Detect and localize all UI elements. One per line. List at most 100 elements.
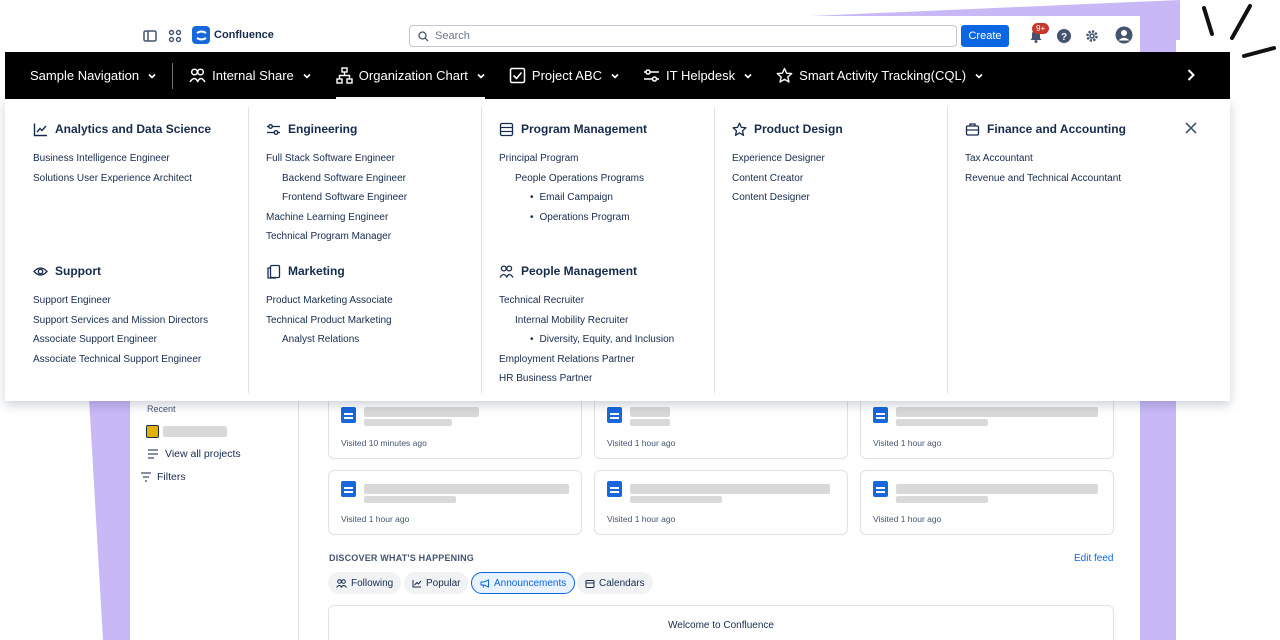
nav-sample-navigation[interactable]: Sample Navigation: [30, 52, 156, 99]
nav-project-abc[interactable]: Project ABC: [509, 52, 619, 99]
nav-label: Sample Navigation: [30, 68, 140, 83]
menu-link[interactable]: Technical Product Marketing: [266, 311, 393, 331]
menu-link[interactable]: Diversity, Equity, and Inclusion: [499, 330, 675, 350]
top-bar: Confluence Search Create 9+ ?: [130, 16, 1140, 56]
confluence-logo[interactable]: [192, 26, 210, 44]
edit-feed-link[interactable]: Edit feed: [1074, 553, 1113, 564]
people-icon: [189, 68, 206, 83]
chevron-down-icon: [975, 73, 983, 79]
eye-icon: [33, 266, 48, 276]
tab-announcements[interactable]: Announcements: [471, 572, 576, 594]
menu-link[interactable]: Backend Software Engineer: [266, 169, 407, 189]
menu-link-text: Operations Program: [539, 211, 630, 223]
tab-announcements-label: Announcements: [494, 577, 567, 589]
tab-following[interactable]: Following: [328, 572, 402, 594]
search-input[interactable]: Search: [409, 25, 957, 47]
tab-calendars-label: Calendars: [599, 577, 645, 589]
recent-page-card[interactable]: Visited 1 hour ago: [860, 392, 1114, 459]
menu-link[interactable]: Full Stack Software Engineer: [266, 149, 407, 169]
nav-internal-share[interactable]: Internal Share: [189, 52, 311, 99]
recent-page-card[interactable]: Visited 1 hour ago: [328, 470, 582, 535]
column-divider: [714, 107, 715, 393]
section-heading[interactable]: Engineering: [266, 121, 407, 137]
menu-link[interactable]: Operations Program: [499, 208, 647, 228]
create-button[interactable]: Create: [961, 25, 1009, 47]
nav-label: Organization Chart: [358, 68, 468, 83]
menu-link[interactable]: People Operations Programs: [499, 169, 647, 189]
sidebar-toggle-icon[interactable]: [142, 28, 158, 44]
tab-popular-label: Popular: [426, 577, 461, 589]
recent-page-card[interactable]: Visited 1 hour ago: [860, 470, 1114, 535]
tab-popular[interactable]: Popular: [404, 572, 469, 594]
menu-link[interactable]: Content Designer: [732, 188, 843, 208]
section-heading[interactable]: Product Design: [732, 121, 843, 137]
menu-link[interactable]: Product Marketing Associate: [266, 291, 393, 311]
sliders-icon: [267, 123, 280, 135]
menu-link[interactable]: Content Creator: [732, 169, 843, 189]
avatar-icon[interactable]: [1115, 26, 1133, 44]
section-title: Program Management: [521, 122, 648, 136]
recent-page-card[interactable]: Visited 1 hour ago: [594, 470, 848, 535]
section-heading[interactable]: Program Management: [499, 121, 647, 137]
chevron-down-icon: [611, 73, 619, 79]
menu-link[interactable]: Technical Program Manager: [266, 227, 407, 247]
nav-it-helpdesk[interactable]: IT Helpdesk: [643, 52, 752, 99]
section-heading[interactable]: People Management: [499, 263, 674, 279]
menu-link[interactable]: Revenue and Technical Accountant: [965, 169, 1126, 189]
menu-link[interactable]: HR Business Partner: [499, 369, 674, 389]
menu-link[interactable]: Frontend Software Engineer: [266, 188, 407, 208]
close-icon[interactable]: [1184, 121, 1198, 135]
redacted-text: [364, 407, 479, 417]
menu-link[interactable]: Business Intelligence Engineer: [33, 149, 211, 169]
menu-link[interactable]: Internal Mobility Recruiter: [499, 311, 674, 331]
calendar-icon: [585, 579, 595, 588]
chevron-right-icon[interactable]: [1186, 68, 1196, 82]
navigation-bar: Sample Navigation Internal Share Organiz…: [5, 52, 1230, 99]
help-icon[interactable]: ?: [1056, 28, 1072, 44]
menu-link[interactable]: Support Engineer: [33, 291, 208, 311]
nav-label: Project ABC: [531, 68, 603, 83]
space-thumbnail: [146, 425, 159, 438]
menu-link[interactable]: Machine Learning Engineer: [266, 208, 407, 228]
menu-link[interactable]: Email Campaign: [499, 188, 647, 208]
visited-time: Visited 1 hour ago: [873, 514, 942, 524]
menu-link[interactable]: Employment Relations Partner: [499, 350, 674, 370]
page-icon: [341, 407, 356, 423]
menu-link[interactable]: Technical Recruiter: [499, 291, 674, 311]
trend-chart-icon: [412, 579, 422, 587]
recent-page-card[interactable]: Visited 10 minutes ago: [328, 392, 582, 459]
nav-divider: [172, 62, 174, 89]
settings-gear-icon[interactable]: [1084, 28, 1100, 44]
menu-link[interactable]: Principal Program: [499, 149, 647, 169]
filters-link[interactable]: Filters: [140, 471, 186, 483]
recent-space-item[interactable]: [146, 425, 227, 438]
chevron-down-icon: [303, 73, 311, 79]
nav-label: IT Helpdesk: [666, 68, 736, 83]
nav-organization-chart[interactable]: Organization Chart: [335, 52, 486, 99]
column-divider: [947, 107, 948, 393]
chevron-down-icon: [148, 73, 156, 79]
view-all-projects-link[interactable]: View all projects: [147, 448, 241, 460]
section-heading[interactable]: Finance and Accounting: [965, 121, 1126, 137]
app-switcher-icon[interactable]: [167, 28, 183, 44]
recent-page-card[interactable]: Visited 1 hour ago: [594, 392, 848, 459]
menu-link[interactable]: Associate Support Engineer: [33, 330, 208, 350]
section-heading[interactable]: Support: [33, 263, 208, 279]
menu-section-finance: Finance and Accounting Tax Accountant Re…: [965, 121, 1126, 188]
nav-smart-activity-tracking[interactable]: Smart Activity Tracking(CQL): [776, 52, 983, 99]
menu-link[interactable]: Experience Designer: [732, 149, 843, 169]
section-heading[interactable]: Marketing: [266, 263, 393, 279]
menu-link[interactable]: Support Services and Mission Directors: [33, 311, 208, 331]
people-icon: [336, 578, 347, 588]
svg-text:?: ?: [1061, 32, 1067, 43]
tab-calendars[interactable]: Calendars: [577, 572, 653, 594]
menu-section-marketing: Marketing Product Marketing Associate Te…: [266, 263, 393, 350]
section-title: Support: [55, 264, 101, 278]
redacted-text: [163, 426, 227, 437]
menu-link[interactable]: Associate Technical Support Engineer: [33, 350, 208, 370]
menu-link-text: Email Campaign: [539, 192, 613, 203]
section-heading[interactable]: Analytics and Data Science: [33, 121, 211, 137]
menu-link[interactable]: Tax Accountant: [965, 149, 1126, 169]
menu-link[interactable]: Analyst Relations: [266, 330, 393, 350]
menu-link[interactable]: Solutions User Experience Architect: [33, 169, 211, 189]
